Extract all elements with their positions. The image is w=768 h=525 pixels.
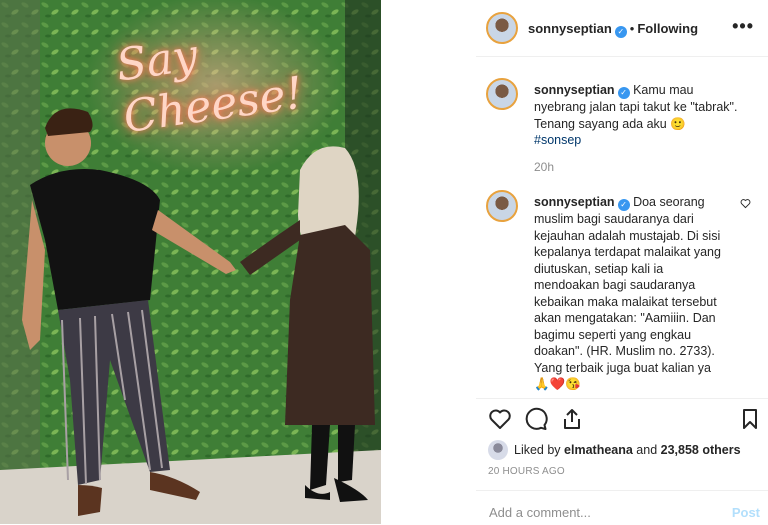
comment-avatar[interactable] xyxy=(486,190,518,222)
verified-badge-icon: ✓ xyxy=(614,26,627,38)
likes-prefix: Liked by xyxy=(514,443,561,457)
author-avatar[interactable] xyxy=(486,12,518,44)
neon-sign: Say Cheese! xyxy=(110,0,309,170)
caption-text-block: sonnyseptian ✓ Kamu mau nyebrang jalan ta… xyxy=(534,82,744,149)
likes-others-link[interactable]: 23,858 others xyxy=(661,443,741,457)
separator-dot: • xyxy=(629,21,635,36)
heart-icon[interactable] xyxy=(488,407,512,431)
add-comment-input[interactable]: Add a comment... xyxy=(489,505,591,520)
comment-text-block: sonnyseptian ✓ Doa seorang muslim bagi sa… xyxy=(534,194,730,393)
comment-item: sonnyseptian ✓ Doa seorang muslim bagi sa… xyxy=(486,190,756,393)
action-bar xyxy=(476,398,768,439)
share-icon[interactable] xyxy=(560,407,584,431)
comment-text: Doa seorang muslim bagi saudaranya dari … xyxy=(534,195,721,375)
verified-badge-icon: ✓ xyxy=(617,199,630,211)
likes-line: Liked by elmatheana and 23,858 others xyxy=(488,440,741,460)
likes-middle: and xyxy=(632,443,661,457)
post-details-panel: sonnyseptian ✓ • Following ••• sonnyseptian… xyxy=(476,0,768,524)
caption: sonnyseptian ✓ Kamu mau nyebrang jalan ta… xyxy=(486,78,756,178)
caption-username[interactable]: sonnyseptian xyxy=(534,83,615,97)
post-timestamp[interactable]: 20 HOURS AGO xyxy=(488,466,565,477)
liker-avatar[interactable] xyxy=(488,440,508,460)
comment-emoji-line: 🙏❤️😘 xyxy=(534,377,581,391)
post-header: sonnyseptian ✓ • Following ••• xyxy=(476,0,768,57)
hashtag-link[interactable]: #sonsep xyxy=(534,133,581,147)
first-liker-link[interactable]: elmatheana xyxy=(564,443,633,457)
post-photo[interactable]: Say Cheese! xyxy=(0,0,381,524)
comment-username[interactable]: sonnyseptian xyxy=(534,195,615,209)
caption-time[interactable]: 20h xyxy=(534,160,554,174)
comment-icon[interactable] xyxy=(524,407,548,431)
more-options-icon[interactable]: ••• xyxy=(732,16,754,37)
post-comment-button[interactable]: Post xyxy=(732,505,760,520)
comment-like-heart-icon[interactable] xyxy=(740,198,752,210)
verified-badge-icon: ✓ xyxy=(617,87,630,99)
neon-sign-text: Say Cheese! xyxy=(113,29,307,144)
author-line: sonnyseptian ✓ • Following xyxy=(528,20,698,38)
caption-avatar[interactable] xyxy=(486,78,518,110)
following-button[interactable]: Following xyxy=(637,21,698,36)
bookmark-icon[interactable] xyxy=(738,407,762,431)
add-comment-bar: Add a comment... Post xyxy=(476,490,768,525)
author-username[interactable]: sonnyseptian xyxy=(528,21,612,36)
